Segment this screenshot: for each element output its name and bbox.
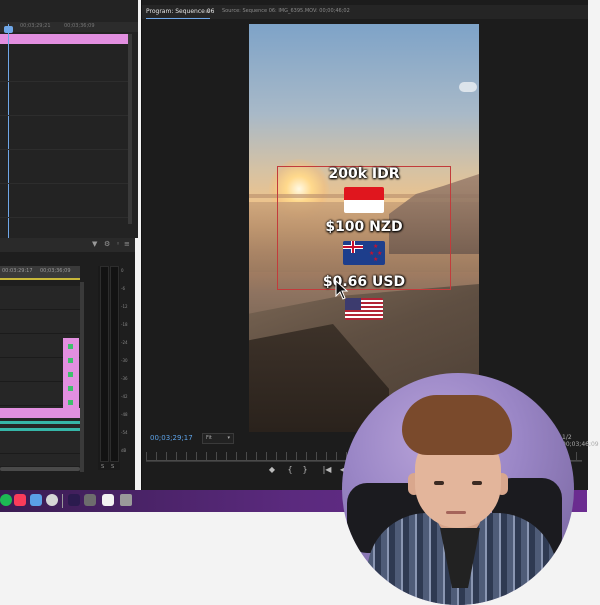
finder-icon[interactable] (30, 494, 42, 506)
spotify-icon[interactable] (0, 494, 12, 506)
monitor-tabs: Program: Sequence 06 ≡ Source: Sequence … (142, 5, 588, 19)
source-scrollbar[interactable] (128, 34, 132, 224)
clip-stack-pink[interactable] (63, 338, 79, 410)
timeline-ruler[interactable]: 00:03:29:17 00;03;36;09 (0, 266, 80, 280)
keyframe-marker[interactable] (68, 372, 73, 377)
audio-clip-teal[interactable] (0, 421, 80, 424)
filter-icon[interactable]: ▼ (92, 241, 99, 248)
chrome-icon[interactable] (46, 494, 58, 506)
tab-source[interactable]: Source: Sequence 06: IMG_6395.MOV: 00;00… (222, 8, 350, 14)
active-tab-indicator (146, 18, 210, 19)
duration-timecode: 1/2 00;03;46;09 (562, 434, 599, 448)
add-marker-button[interactable]: ◆ (267, 466, 277, 474)
dock-separator (62, 494, 63, 508)
keyframe-marker[interactable] (68, 344, 73, 349)
keyframe-marker[interactable] (68, 386, 73, 391)
mark-in-button[interactable]: { (285, 466, 295, 474)
zoom-fit-dropdown[interactable]: Fit ▾ (202, 433, 234, 444)
source-ruler[interactable]: 00;03;29;21 00;03;36;09 (0, 22, 138, 32)
audio-meter-scale: 0 -6 -12 -18 -24 -30 -36 -42 -48 -54 dB (121, 268, 128, 453)
chevron-down-icon: ▾ (227, 435, 230, 441)
price-label-nzd[interactable]: $100 NZD (249, 219, 479, 235)
trash-icon[interactable] (120, 494, 132, 506)
source-monitor-panel: 00;03;29;21 00;03;36;09 (0, 0, 138, 238)
music-icon[interactable] (14, 494, 26, 506)
source-playhead-handle[interactable] (4, 26, 13, 33)
playhead-timecode[interactable]: 00;03;29;17 (150, 434, 193, 442)
source-track-area (0, 48, 128, 218)
indonesia-flag-icon (344, 187, 384, 213)
video-clip-pink[interactable] (0, 408, 80, 418)
timeline-ruler-end: 00;03;36;09 (40, 268, 71, 274)
solo-left-button[interactable]: S (101, 464, 104, 470)
notes-icon[interactable] (102, 494, 114, 506)
timeline-ruler-start: 00:03:29:17 (2, 268, 33, 274)
panel-menu-icon[interactable]: ≡ (124, 241, 131, 248)
timeline-scrollbar-vertical[interactable] (80, 282, 84, 472)
timeline-panel: ▼ ⚙ ◦ ≡ 00:03:29:17 00;03;36;09 0 -6 -12… (0, 238, 135, 490)
source-ruler-end: 00;03;36;09 (64, 23, 95, 29)
price-label-idr[interactable]: 200k IDR (249, 166, 479, 182)
solo-right-button[interactable]: S (111, 464, 114, 470)
mouse-cursor-icon (335, 280, 349, 300)
audio-meter (98, 266, 120, 470)
price-label-usd[interactable]: $0.66 USD (249, 274, 479, 290)
audio-meter-right (110, 266, 119, 462)
audio-meter-left (100, 266, 109, 462)
video-frame[interactable]: 200k IDR $100 NZD ★ ★ ★ ★ $0.66 USD (249, 24, 479, 432)
preview-icon[interactable] (84, 494, 96, 506)
usa-flag-icon (345, 298, 383, 320)
mark-out-button[interactable]: } (300, 466, 310, 474)
eye-left (434, 481, 444, 485)
keyframe-marker[interactable] (68, 358, 73, 363)
eye-right (472, 481, 482, 485)
marker-icon[interactable]: ◦ (116, 241, 123, 248)
audio-clip-teal[interactable] (0, 428, 80, 431)
work-area-bar[interactable] (0, 278, 80, 280)
go-to-in-button[interactable]: |◀ (322, 466, 332, 474)
keyframe-marker[interactable] (68, 400, 73, 405)
timeline-header: ▼ ⚙ ◦ ≡ (0, 238, 135, 252)
cloud (459, 82, 477, 92)
hair (402, 395, 512, 455)
wrench-icon[interactable]: ⚙ (104, 241, 111, 248)
webcam-overlay (342, 373, 574, 605)
tab-program-menu-icon[interactable]: ≡ (205, 8, 210, 15)
new-zealand-flag-icon: ★ ★ ★ ★ (343, 241, 385, 265)
source-clip-bar[interactable] (0, 34, 128, 44)
timeline-scrollbar-horizontal[interactable] (0, 467, 80, 471)
premiere-icon[interactable] (68, 494, 80, 506)
mouth (446, 511, 466, 514)
source-ruler-start: 00;03;29;21 (20, 23, 51, 29)
zoom-fit-value: Fit (206, 435, 212, 441)
